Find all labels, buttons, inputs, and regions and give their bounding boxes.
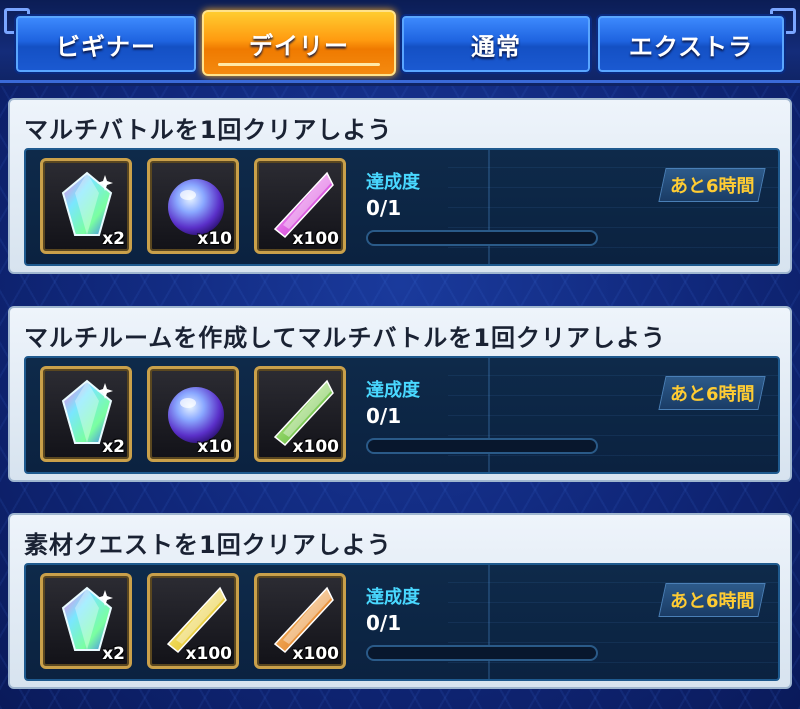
- tab-label: 通常: [471, 32, 521, 61]
- active-tab-underline: [218, 63, 380, 66]
- progress-label: 達成度: [366, 380, 420, 401]
- mission-detail-panel: x2 x10 x100 達成度 0/1 あと6時間: [24, 356, 780, 474]
- tab-beginner[interactable]: ビギナー: [14, 14, 198, 74]
- reward-quantity: x2: [102, 644, 125, 664]
- mission-detail-panel: x2 x10 x100 達成度 0/1 あと6時間: [24, 148, 780, 266]
- time-remaining-badge: あと6時間: [658, 583, 766, 617]
- tab-label: ビギナー: [56, 32, 156, 61]
- progress-label: 達成度: [366, 172, 420, 193]
- progress-value: 0/1: [366, 196, 402, 220]
- progress-label: 達成度: [366, 587, 420, 608]
- reward-quantity: x2: [102, 437, 125, 457]
- reward-item[interactable]: x100: [147, 573, 239, 669]
- mission-title: 素材クエストを1回クリアしよう: [24, 531, 392, 559]
- tab-daily[interactable]: デイリー: [202, 10, 396, 76]
- mission-title: マルチバトルを1回クリアしよう: [24, 116, 393, 144]
- tab-extra[interactable]: エクストラ: [596, 14, 786, 74]
- progress-bar: [366, 230, 598, 246]
- reward-item[interactable]: x2: [40, 366, 132, 462]
- tab-normal[interactable]: 通常: [400, 14, 592, 74]
- mission-detail-panel: x2 x100 x100 達成度 0/1 あと6時間: [24, 563, 780, 681]
- mission-title: マルチルームを作成してマルチバトルを1回クリアしよう: [24, 324, 666, 352]
- reward-item[interactable]: x100: [254, 366, 346, 462]
- time-remaining-badge: あと6時間: [658, 168, 766, 202]
- reward-quantity: x100: [292, 229, 339, 249]
- tab-bar: ビギナー デイリー 通常 エクストラ: [0, 0, 800, 86]
- tab-label: デイリー: [249, 31, 349, 60]
- reward-quantity: x100: [185, 644, 232, 664]
- time-remaining-text: あと6時間: [669, 384, 755, 405]
- reward-item[interactable]: x100: [254, 158, 346, 254]
- reward-quantity: x10: [197, 229, 232, 249]
- reward-quantity: x2: [102, 229, 125, 249]
- progress-value: 0/1: [366, 404, 402, 428]
- reward-item[interactable]: x10: [147, 366, 239, 462]
- mission-card[interactable]: マルチルームを作成してマルチバトルを1回クリアしよう x2 x10 x100 達…: [8, 306, 792, 482]
- progress-bar: [366, 438, 598, 454]
- time-remaining-badge: あと6時間: [658, 376, 766, 410]
- progress-bar: [366, 645, 598, 661]
- tab-label: エクストラ: [628, 32, 754, 61]
- reward-item[interactable]: x100: [254, 573, 346, 669]
- mission-card[interactable]: マルチバトルを1回クリアしよう x2 x10 x100 達成度 0/1 あと6時…: [8, 98, 792, 274]
- reward-quantity: x100: [292, 644, 339, 664]
- reward-item[interactable]: x2: [40, 158, 132, 254]
- reward-item[interactable]: x10: [147, 158, 239, 254]
- reward-item[interactable]: x2: [40, 573, 132, 669]
- reward-quantity: x100: [292, 437, 339, 457]
- time-remaining-text: あと6時間: [669, 591, 755, 612]
- tabbar-divider: [0, 80, 800, 83]
- progress-value: 0/1: [366, 611, 402, 635]
- mission-card[interactable]: 素材クエストを1回クリアしよう x2 x100 x100 達成度 0/1 あと6…: [8, 513, 792, 689]
- reward-quantity: x10: [197, 437, 232, 457]
- time-remaining-text: あと6時間: [669, 176, 755, 197]
